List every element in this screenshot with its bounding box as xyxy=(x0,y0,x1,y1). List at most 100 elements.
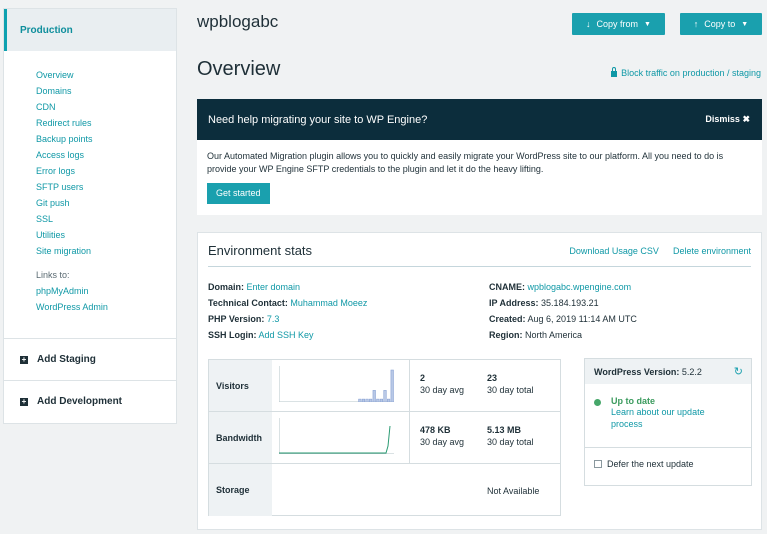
copy-to-button[interactable]: ↑ Copy to ▼ xyxy=(680,13,762,35)
migration-banner: Need help migrating your site to WP Engi… xyxy=(197,99,762,215)
sidebar-item-ssl[interactable]: SSL xyxy=(36,211,176,227)
visitors-bar xyxy=(387,398,391,402)
visitors-bar xyxy=(358,398,362,402)
visitors-sparkline xyxy=(279,366,394,402)
sidebar-item-sftp-users[interactable]: SFTP users xyxy=(36,179,176,195)
refresh-icon[interactable]: ↻ xyxy=(734,365,743,378)
visitors-total-sub: 30 day total xyxy=(487,385,534,395)
created-value: Aug 6, 2019 11:14 AM UTC xyxy=(527,314,637,324)
php-label: PHP Version: xyxy=(208,314,265,324)
block-traffic-label: Block traffic on production / staging xyxy=(621,68,761,78)
production-label: Production xyxy=(20,24,73,36)
visitors-avg: 2 30 day avg xyxy=(420,372,464,396)
get-started-button[interactable]: Get started xyxy=(207,183,270,204)
divider xyxy=(409,360,410,411)
add-development-label: Add Development xyxy=(37,396,123,407)
sidebar-item-backup-points[interactable]: Backup points xyxy=(36,131,176,147)
bandwidth-avg-sub: 30 day avg xyxy=(420,437,465,447)
wp-status: Up to date Learn about our update proces… xyxy=(594,396,721,430)
sidebar-item-redirect-rules[interactable]: Redirect rules xyxy=(36,115,176,131)
divider xyxy=(208,266,751,267)
bandwidth-total-sub: 30 day total xyxy=(487,437,534,447)
sidebar-item-overview[interactable]: Overview xyxy=(36,67,176,83)
copy-to-label: Copy to xyxy=(704,19,736,29)
environment-stats-panel: Environment stats Download Usage CSV Del… xyxy=(197,232,762,530)
visitors-bar xyxy=(390,369,394,402)
defer-update-checkbox[interactable]: Defer the next update xyxy=(594,459,694,469)
caret-down-icon: ▼ xyxy=(644,20,651,28)
cname-value[interactable]: wpblogabc.wpengine.com xyxy=(528,282,632,292)
visitors-bar xyxy=(361,398,366,402)
env-title: Environment stats xyxy=(208,243,313,258)
caret-down-icon: ▼ xyxy=(741,20,749,28)
link-phpmyadmin[interactable]: phpMyAdmin xyxy=(36,283,176,299)
sidebar-item-cdn[interactable]: CDN xyxy=(36,99,176,115)
wp-version-header: WordPress Version: 5.2.2 ↻ xyxy=(585,359,751,384)
sidebar-item-git-push[interactable]: Git push xyxy=(36,195,176,211)
add-staging-button[interactable]: + Add Staging xyxy=(4,338,176,380)
tech-value[interactable]: Muhammad Moeez xyxy=(290,298,367,308)
sidebar-item-access-logs[interactable]: Access logs xyxy=(36,147,176,163)
region-label: Region: xyxy=(489,330,523,340)
domain-row: Domain: Enter domain xyxy=(208,282,300,292)
visitors-bar xyxy=(369,398,373,402)
plus-icon: + xyxy=(20,354,28,364)
sidebar-links: Links to: phpMyAdmin WordPress Admin xyxy=(4,259,176,315)
visitors-bar xyxy=(383,390,387,402)
bandwidth-row: Bandwidth 478 KB 30 day avg 5.13 MB 30 day… xyxy=(209,412,560,464)
sidebar-production-header[interactable]: Production xyxy=(4,9,176,51)
add-development-button[interactable]: + Add Development xyxy=(4,380,176,422)
download-csv-link[interactable]: Download Usage CSV xyxy=(569,246,659,256)
visitors-avg-value: 2 xyxy=(420,373,426,383)
ip-row: IP Address: 35.184.193.21 xyxy=(489,298,599,308)
banner-header: Need help migrating your site to WP Engi… xyxy=(197,99,762,140)
copy-from-label: Copy from xyxy=(596,19,639,29)
visitors-total-value: 23 xyxy=(487,373,498,383)
link-wordpress-admin[interactable]: WordPress Admin xyxy=(36,299,176,315)
usage-stats-table: Visitors 2 30 day avg 23 30 day total Band… xyxy=(208,359,561,516)
lock-icon xyxy=(611,67,618,77)
sidebar-item-site-migration[interactable]: Site migration xyxy=(36,243,176,259)
visitors-total: 23 30 day total xyxy=(487,372,534,396)
storage-value: Not Available xyxy=(487,486,540,496)
region-value: North America xyxy=(525,330,583,340)
created-row: Created: Aug 6, 2019 11:14 AM UTC xyxy=(489,314,637,324)
checkbox-icon[interactable] xyxy=(594,460,602,468)
plus-icon: + xyxy=(20,396,28,406)
delete-environment-link[interactable]: Delete environment xyxy=(673,246,751,256)
links-to-label: Links to: xyxy=(36,270,70,280)
sidebar-item-error-logs[interactable]: Error logs xyxy=(36,163,176,179)
sidebar-nav: Overview Domains CDN Redirect rules Back… xyxy=(4,51,176,259)
wordpress-version-panel: WordPress Version: 5.2.2 ↻ Up to date Le… xyxy=(584,358,752,486)
copy-from-button[interactable]: ↓ Copy from ▼ xyxy=(572,13,665,35)
wp-version-label: WordPress Version: xyxy=(594,366,680,377)
arrow-up-icon: ↑ xyxy=(693,19,699,29)
storage-label: Storage xyxy=(209,464,272,516)
close-icon: ✖ xyxy=(742,114,750,124)
divider xyxy=(409,412,410,463)
defer-label: Defer the next update xyxy=(607,459,694,469)
dismiss-button[interactable]: Dismiss ✖ xyxy=(705,114,750,125)
banner-title: Need help migrating your site to WP Engi… xyxy=(208,113,428,126)
sidebar-item-domains[interactable]: Domains xyxy=(36,83,176,99)
learn-update-link[interactable]: Learn about our update process xyxy=(611,406,721,430)
bandwidth-sparkline xyxy=(279,418,394,454)
ssh-row: SSH Login: Add SSH Key xyxy=(208,330,314,340)
page-title: Overview xyxy=(197,58,281,80)
block-traffic-link[interactable]: Block traffic on production / staging xyxy=(611,67,761,78)
bandwidth-total-value: 5.13 MB xyxy=(487,425,522,435)
status-label: Up to date xyxy=(611,396,655,406)
ssh-value[interactable]: Add SSH Key xyxy=(259,330,314,340)
divider xyxy=(585,447,751,448)
domain-value[interactable]: Enter domain xyxy=(247,282,301,292)
php-value[interactable]: 7.3 xyxy=(267,314,280,324)
visitors-bar xyxy=(372,390,376,402)
status-dot-icon xyxy=(594,399,601,406)
php-row: PHP Version: 7.3 xyxy=(208,314,279,324)
ip-value: 35.184.193.21 xyxy=(541,298,599,308)
domain-label: Domain: xyxy=(208,282,244,292)
sidebar-item-utilities[interactable]: Utilities xyxy=(36,227,176,243)
add-staging-label: Add Staging xyxy=(37,354,96,365)
sidebar: Production Overview Domains CDN Redirect… xyxy=(3,8,177,424)
ip-label: IP Address: xyxy=(489,298,539,308)
